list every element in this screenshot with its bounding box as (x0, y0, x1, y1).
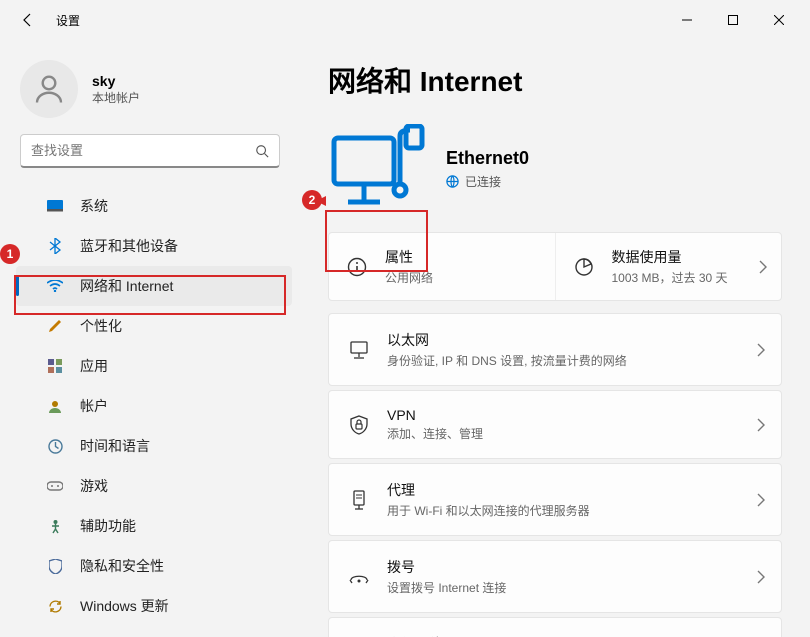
ethernet-icon (345, 341, 373, 359)
brush-icon (46, 317, 64, 335)
data-usage-tile[interactable]: 数据使用量 1003 MB，过去 30 天 (555, 233, 782, 300)
item-title: 以太网 (387, 330, 757, 350)
sidebar-item-label: Windows 更新 (80, 596, 169, 616)
globe-icon (446, 175, 459, 188)
sidebar-item-label: 时间和语言 (80, 436, 150, 456)
properties-tile[interactable]: 属性 公用网络 (329, 233, 555, 300)
vpn-item[interactable]: VPN 添加、连接、管理 (328, 390, 782, 459)
sidebar-item-label: 游戏 (80, 476, 108, 496)
sidebar-item-update[interactable]: Windows 更新 (16, 586, 292, 626)
close-icon (774, 15, 784, 25)
person-icon (31, 71, 67, 107)
app-title: 设置 (56, 12, 80, 29)
sidebar-item-label: 应用 (80, 356, 108, 376)
bluetooth-icon (46, 237, 64, 255)
gaming-icon (46, 477, 64, 495)
advanced-network-item[interactable]: 高级网络设置 查看所有网络适配器，网络重置 (328, 617, 782, 637)
search-input[interactable] (31, 143, 255, 158)
search-icon (255, 144, 269, 158)
tile-title: 数据使用量 (612, 247, 760, 267)
chevron-right-icon (757, 343, 765, 357)
chevron-right-icon (759, 260, 767, 274)
network-status-block: Ethernet0 已连接 (328, 124, 782, 214)
maximize-icon (728, 15, 738, 25)
clock-icon (46, 437, 64, 455)
proxy-item[interactable]: 代理 用于 Wi-Fi 和以太网连接的代理服务器 (328, 463, 782, 536)
usage-icon (570, 257, 598, 277)
vpn-icon (345, 415, 373, 435)
sidebar-item-personalization[interactable]: 个性化 (16, 306, 292, 346)
sidebar-item-label: 帐户 (80, 396, 108, 416)
profile-sub: 本地帐户 (92, 89, 140, 106)
ethernet-item[interactable]: 以太网 身份验证, IP 和 DNS 设置, 按流量计费的网络 (328, 313, 782, 386)
minimize-icon (682, 15, 692, 25)
apps-icon (46, 357, 64, 375)
connection-status: 已连接 (465, 173, 501, 190)
window-controls (664, 0, 802, 40)
sidebar-item-label: 系统 (80, 196, 108, 216)
sidebar-item-label: 网络和 Internet (80, 276, 173, 296)
item-title: 代理 (387, 480, 757, 500)
update-icon (46, 597, 64, 615)
main-content: 网络和 Internet Ethernet0 已连接 (300, 40, 810, 637)
item-sub: 身份验证, IP 和 DNS 设置, 按流量计费的网络 (387, 352, 757, 369)
proxy-icon (345, 490, 373, 510)
sidebar-item-label: 蓝牙和其他设备 (80, 236, 178, 256)
sidebar-item-privacy[interactable]: 隐私和安全性 (16, 546, 292, 586)
tile-sub: 公用网络 (385, 269, 541, 286)
accessibility-icon (46, 517, 64, 535)
minimize-button[interactable] (664, 0, 710, 40)
page-title: 网络和 Internet (328, 60, 782, 100)
annotation-badge-1: 1 (0, 244, 20, 264)
dialup-icon (345, 570, 373, 584)
title-bar: 设置 (0, 0, 810, 40)
sidebar-item-system[interactable]: 系统 (16, 186, 292, 226)
dialup-item[interactable]: 拨号 设置拨号 Internet 连接 (328, 540, 782, 613)
system-icon (46, 197, 64, 215)
sidebar-item-gaming[interactable]: 游戏 (16, 466, 292, 506)
sidebar-item-network[interactable]: 网络和 Internet (16, 266, 292, 306)
profile-block[interactable]: sky 本地帐户 (0, 52, 300, 134)
chevron-right-icon (757, 418, 765, 432)
arrow-left-icon (20, 12, 36, 28)
sidebar-item-label: 隐私和安全性 (80, 556, 164, 576)
tile-sub: 1003 MB，过去 30 天 (612, 269, 760, 286)
sidebar-item-bluetooth[interactable]: 蓝牙和其他设备 (16, 226, 292, 266)
connection-name: Ethernet0 (446, 148, 529, 169)
item-sub: 添加、连接、管理 (387, 425, 757, 442)
sidebar-item-accounts[interactable]: 帐户 (16, 386, 292, 426)
accounts-icon (46, 397, 64, 415)
tile-title: 属性 (385, 247, 541, 267)
wifi-icon (46, 277, 64, 295)
shield-icon (46, 557, 64, 575)
close-button[interactable] (756, 0, 802, 40)
desktop-network-icon (328, 124, 428, 214)
avatar (20, 60, 78, 118)
item-title: 拨号 (387, 557, 757, 577)
item-title: VPN (387, 407, 757, 423)
back-button[interactable] (8, 0, 48, 40)
maximize-button[interactable] (710, 0, 756, 40)
info-icon (343, 257, 371, 277)
item-sub: 设置拨号 Internet 连接 (387, 579, 757, 596)
nav-list: 系统 蓝牙和其他设备 网络和 Internet 个性化 应用 帐户 (0, 186, 300, 637)
sidebar-item-time[interactable]: 时间和语言 (16, 426, 292, 466)
sidebar-item-label: 个性化 (80, 316, 122, 336)
chevron-right-icon (757, 493, 765, 507)
annotation-badge-2: 2 (302, 190, 322, 210)
sidebar-item-apps[interactable]: 应用 (16, 346, 292, 386)
summary-tiles: 属性 公用网络 数据使用量 1003 MB，过去 30 天 (328, 232, 782, 301)
search-box[interactable] (20, 134, 280, 168)
profile-name: sky (92, 73, 140, 89)
sidebar: sky 本地帐户 系统 蓝牙和其他设备 网络和 Internet (0, 40, 300, 637)
sidebar-item-label: 辅助功能 (80, 516, 136, 536)
sidebar-item-accessibility[interactable]: 辅助功能 (16, 506, 292, 546)
chevron-right-icon (757, 570, 765, 584)
item-sub: 用于 Wi-Fi 和以太网连接的代理服务器 (387, 502, 757, 519)
